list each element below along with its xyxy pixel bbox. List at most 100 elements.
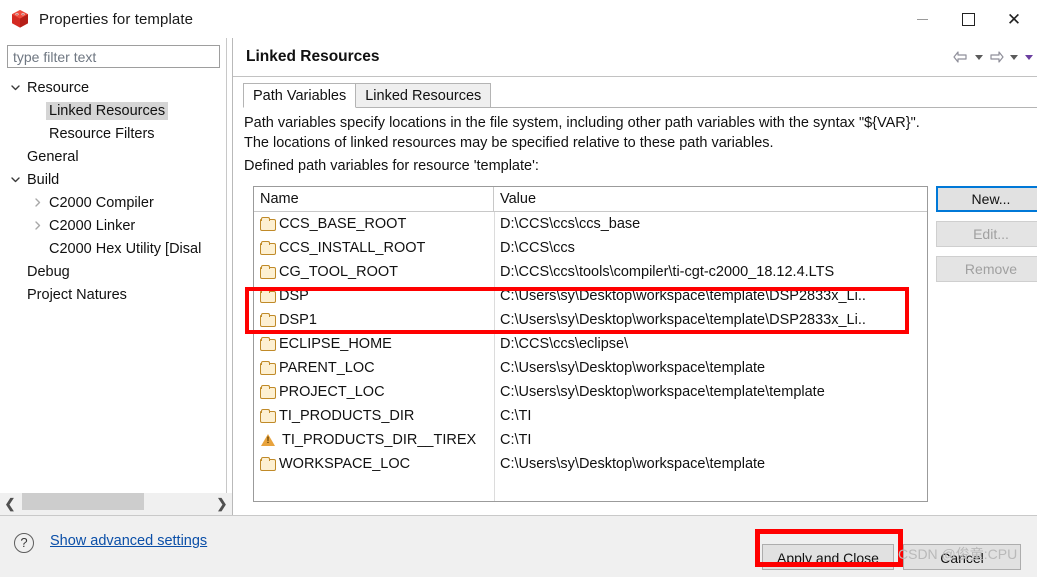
table-header-row: Name Value <box>254 187 927 212</box>
minimize-icon[interactable] <box>899 0 945 38</box>
sidebar-item-label: Build <box>27 171 60 188</box>
apply-and-close-button[interactable]: Apply and Close <box>762 544 894 570</box>
sidebar-item-debug[interactable]: Debug <box>0 260 232 283</box>
back-arrow-icon[interactable] <box>952 48 970 66</box>
linked-resources-page: Linked Resources Path Variables Linked Re… <box>233 38 1037 515</box>
table-row[interactable]: CG_TOOL_ROOT D:\CCS\ccs\tools\compiler\ti… <box>254 260 927 284</box>
sidebar-item-label: Project Natures <box>27 286 127 303</box>
close-icon[interactable]: ✕ <box>991 0 1037 38</box>
forward-arrow-icon[interactable] <box>987 48 1005 66</box>
page-title: Linked Resources <box>246 48 380 65</box>
path-variables-table[interactable]: Name Value CCS_BASE_ROOT D:\CCS\ccs\ccs_b… <box>253 186 928 502</box>
cell-name: WORKSPACE_LOC <box>254 452 494 476</box>
column-header-value[interactable]: Value <box>494 187 927 211</box>
cell-value: C:\Users\sy\Desktop\workspace\template <box>500 360 766 376</box>
table-row[interactable]: DSP1 C:\Users\sy\Desktop\workspace\templa… <box>254 308 927 332</box>
description-line-3: Defined path variables for resource 'tem… <box>244 158 539 174</box>
sidebar-item-label: C2000 Compiler <box>49 194 154 211</box>
cell-name: DSP1 <box>254 308 494 332</box>
cell-value: D:\CCS\ccs\eclipse\ <box>500 336 629 352</box>
table-row[interactable]: PROJECT_LOC C:\Users\sy\Desktop\workspace… <box>254 380 927 404</box>
sidebar-item-resource[interactable]: Resource <box>0 76 232 99</box>
description-line-2: The locations of linked resources may be… <box>244 135 774 151</box>
sidebar-item-general[interactable]: General <box>0 145 232 168</box>
cell-value: C:\Users\sy\Desktop\workspace\template\t… <box>500 384 825 400</box>
cell-name: CG_TOOL_ROOT <box>254 260 494 284</box>
table-action-buttons: New... Edit... Remove <box>936 186 1037 291</box>
sidebar-item-resource-filters[interactable]: Resource Filters <box>0 122 232 145</box>
sidebar-item-project-natures[interactable]: Project Natures <box>0 283 232 306</box>
maximize-icon[interactable] <box>945 0 991 38</box>
settings-tree-pane: Resource Linked Resources Resource Filters… <box>0 38 232 515</box>
sidebar-item-label: C2000 Hex Utility [Disal <box>49 240 202 257</box>
folder-icon <box>259 288 276 304</box>
scroll-track[interactable] <box>20 493 212 515</box>
sidebar-item-linked-resources[interactable]: Linked Resources <box>0 99 232 122</box>
table-row[interactable]: WORKSPACE_LOC C:\Users\sy\Desktop\workspa… <box>254 452 927 476</box>
sidebar-item-label: Linked Resources <box>46 101 169 120</box>
cell-name: CCS_BASE_ROOT <box>254 212 494 236</box>
left-pane-edge <box>226 38 227 493</box>
window-title: Properties for template <box>39 10 194 28</box>
path-variable-name: PROJECT_LOC <box>279 384 385 400</box>
sidebar-item-build[interactable]: Build <box>0 168 232 191</box>
folder-icon <box>259 216 276 232</box>
cell-name: TI_PRODUCTS_DIR__TIREX <box>254 428 494 452</box>
sidebar-item-label: General <box>27 148 79 165</box>
cell-value: C:\Users\sy\Desktop\workspace\template\D… <box>500 312 866 328</box>
settings-tree: Resource Linked Resources Resource Filters… <box>0 76 232 306</box>
folder-icon <box>259 384 276 400</box>
sidebar-item-label: Resource Filters <box>49 125 155 142</box>
column-header-name[interactable]: Name <box>254 187 494 211</box>
cell-name: PROJECT_LOC <box>254 380 494 404</box>
tab-label: Linked Resources <box>365 87 482 104</box>
description-line-1: Path variables specify locations in the … <box>244 115 920 131</box>
cell-name: TI_PRODUCTS_DIR <box>254 404 494 428</box>
back-history-dropdown-icon[interactable] <box>972 48 985 66</box>
filter-input[interactable] <box>7 45 220 68</box>
table-row[interactable]: TI_PRODUCTS_DIR__TIREX C:\TI <box>254 428 927 452</box>
view-menu-dropdown-icon[interactable] <box>1022 48 1035 66</box>
cell-value: D:\CCS\ccs <box>500 240 575 256</box>
remove-button: Remove <box>936 256 1037 282</box>
folder-icon <box>259 360 276 376</box>
tab-path-variables[interactable]: Path Variables <box>243 83 357 108</box>
chevron-down-icon[interactable] <box>6 82 24 93</box>
column-divider[interactable] <box>494 212 495 501</box>
chevron-right-icon[interactable] <box>28 197 46 208</box>
forward-history-dropdown-icon[interactable] <box>1007 48 1020 66</box>
scroll-thumb[interactable] <box>22 493 144 510</box>
show-advanced-settings-link[interactable]: Show advanced settings <box>50 533 207 549</box>
folder-icon <box>259 312 276 328</box>
table-row[interactable]: TI_PRODUCTS_DIR C:\TI <box>254 404 927 428</box>
cell-name: CCS_INSTALL_ROOT <box>254 236 494 260</box>
table-row[interactable]: CCS_INSTALL_ROOT D:\CCS\ccs <box>254 236 927 260</box>
chevron-right-icon[interactable] <box>28 220 46 231</box>
cell-value: D:\CCS\ccs\ccs_base <box>500 216 641 232</box>
sidebar-item-c2000-hex-utility-disal[interactable]: C2000 Hex Utility [Disal <box>0 237 232 260</box>
ccs-cube-icon <box>9 8 31 30</box>
sidebar-item-c2000-linker[interactable]: C2000 Linker <box>0 214 232 237</box>
page-navigation-toolbar <box>952 48 1035 66</box>
table-row[interactable]: DSP C:\Users\sy\Desktop\workspace\templat… <box>254 284 927 308</box>
tab-strip: Path Variables Linked Resources <box>243 83 492 108</box>
question-mark-icon[interactable]: ? <box>14 533 34 553</box>
folder-icon <box>259 408 276 424</box>
cell-value: C:\Users\sy\Desktop\workspace\template\D… <box>500 288 866 304</box>
tree-horizontal-scrollbar[interactable]: ❮ ❯ <box>0 493 232 515</box>
cell-name: DSP <box>254 284 494 308</box>
tab-linked-resources[interactable]: Linked Resources <box>355 83 492 108</box>
tab-underline <box>243 107 1037 108</box>
new-button[interactable]: New... <box>936 186 1037 212</box>
sidebar-item-c2000-compiler[interactable]: C2000 Compiler <box>0 191 232 214</box>
scroll-right-icon[interactable]: ❯ <box>212 493 232 515</box>
cell-name: PARENT_LOC <box>254 356 494 380</box>
table-row[interactable]: PARENT_LOC C:\Users\sy\Desktop\workspace\… <box>254 356 927 380</box>
scroll-left-icon[interactable]: ❮ <box>0 493 20 515</box>
cell-name: ECLIPSE_HOME <box>254 332 494 356</box>
table-row[interactable]: CCS_BASE_ROOT D:\CCS\ccs\ccs_base <box>254 212 927 236</box>
chevron-down-icon[interactable] <box>6 174 24 185</box>
folder-icon <box>259 456 276 472</box>
table-row[interactable]: ECLIPSE_HOME D:\CCS\ccs\eclipse\ <box>254 332 927 356</box>
cell-value: C:\TI <box>500 432 532 448</box>
